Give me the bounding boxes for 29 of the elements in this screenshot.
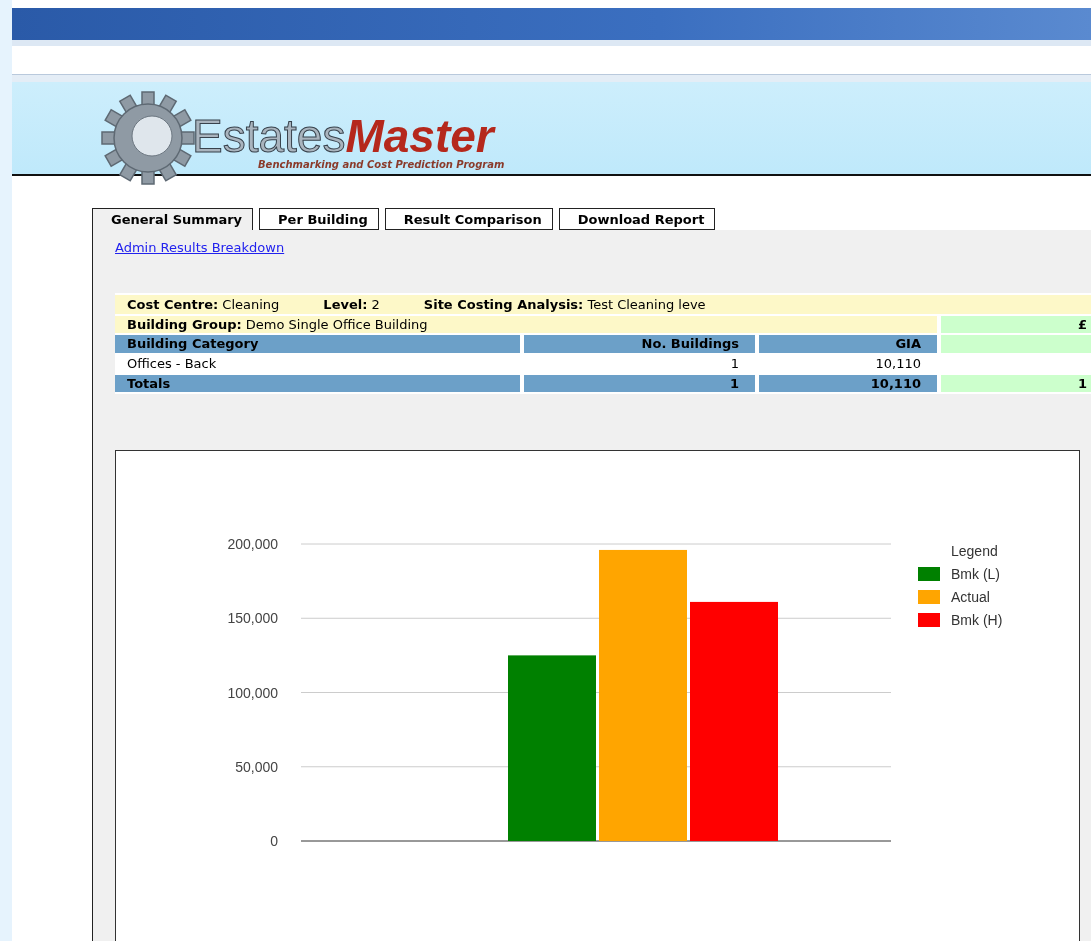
axis-label: 200,000: [227, 536, 278, 552]
tab[interactable]: Download Report: [558, 208, 716, 230]
legend-title: Legend: [951, 543, 998, 559]
axis-label: 100,000: [227, 684, 278, 701]
tab[interactable]: Per Building: [259, 208, 379, 230]
legend-label: Bmk (H): [951, 612, 1003, 628]
tab[interactable]: General Summary: [92, 208, 254, 230]
building-group: Building Group: Demo Single Office Building: [115, 316, 937, 333]
column-header: GIA: [759, 335, 937, 353]
info-field: Site Costing Analysis: Test Cleaning leve: [423, 297, 706, 312]
admin-link[interactable]: Admin Results Breakdown: [115, 240, 285, 255]
gear-icon: [100, 90, 196, 186]
info-field: Level: 2: [323, 297, 380, 312]
totals-cell: 1: [941, 375, 1091, 392]
column-header: Building Category: [115, 335, 520, 353]
logo-tagline: Benchmarking and Cost Prediction Program: [258, 159, 505, 170]
totals-cell: 1: [524, 375, 755, 392]
info-field: Cost Centre: Cleaning: [127, 297, 280, 312]
totals-cell: 10,110: [759, 375, 937, 392]
axis-label: 150,000: [227, 610, 278, 627]
column-header: No. Buildings: [524, 335, 755, 353]
legend-label: Bmk (L): [951, 566, 1000, 582]
logo-name: EstatesMaster: [192, 113, 496, 159]
tab[interactable]: Result Comparison: [384, 208, 553, 230]
axis-label: 50,000: [235, 758, 278, 775]
legend-label: Actual: [951, 589, 990, 605]
table-cell: £: [941, 316, 1091, 333]
totals-cell: Totals: [115, 375, 520, 392]
axis-label: 0: [270, 833, 278, 849]
